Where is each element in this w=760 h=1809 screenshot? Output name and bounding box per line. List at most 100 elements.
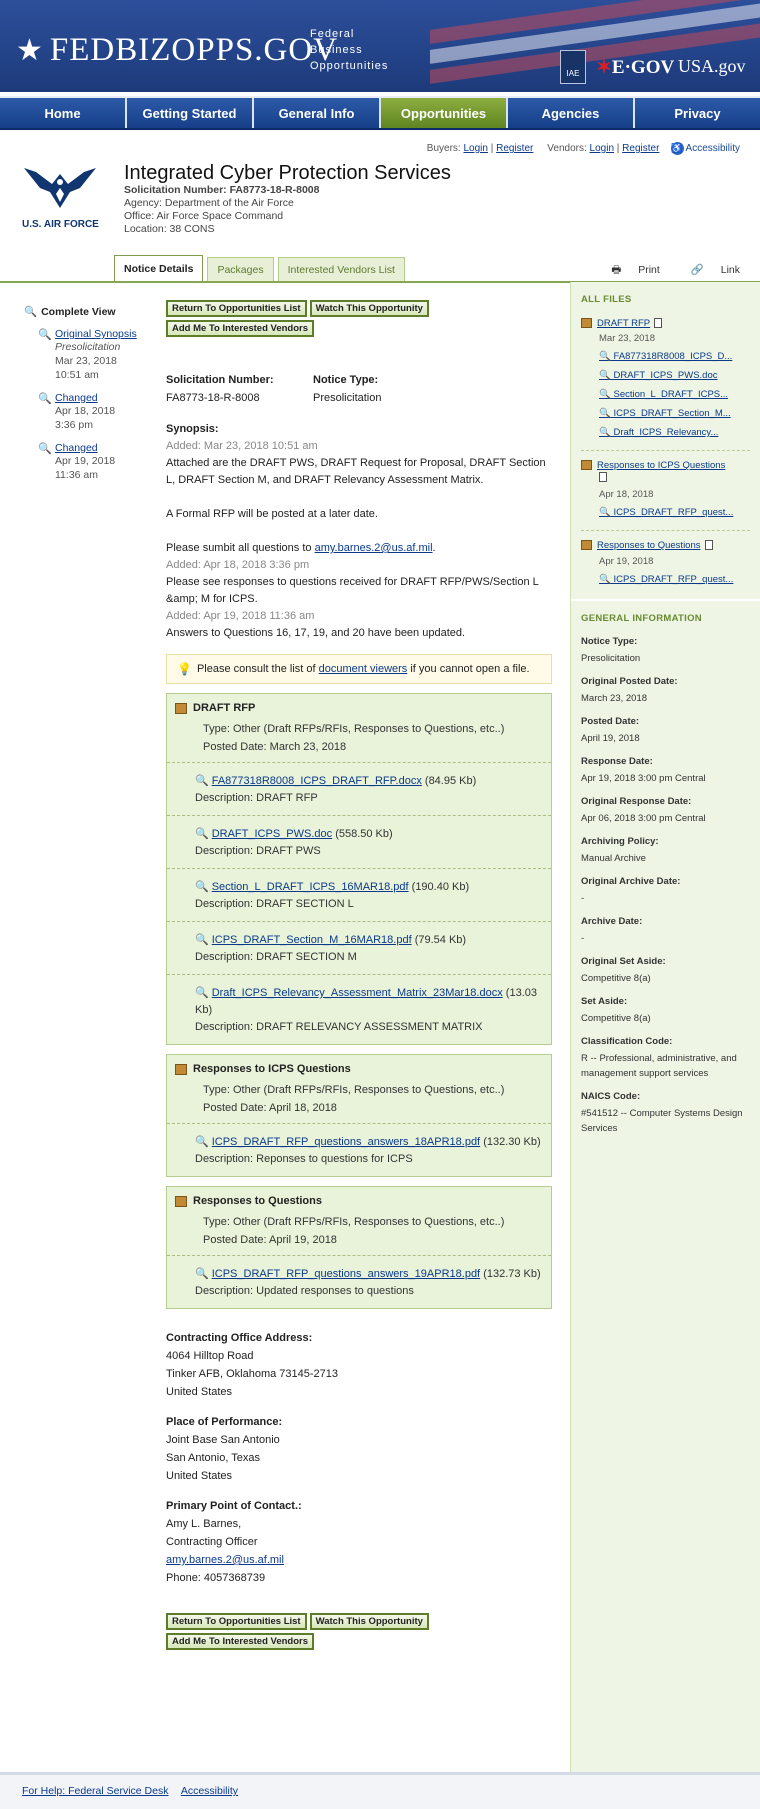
tab-bar: Notice Details Packages Interested Vendo… — [114, 255, 409, 281]
nav-getting-started[interactable]: Getting Started — [127, 98, 254, 128]
logo-sub-line: Business — [310, 44, 363, 56]
file-link[interactable]: Draft_ICPS_Relevancy_Assessment_Matrix_2… — [212, 987, 503, 999]
place-of-performance: Place of Performance: Joint Base San Ant… — [166, 1413, 552, 1485]
magnifier-icon: 🔍 — [195, 987, 209, 999]
history-item: 🔍 Changed Apr 19, 2018 11:36 am — [38, 442, 154, 482]
nav-opportunities[interactable]: Opportunities — [381, 98, 508, 128]
magnifier-icon: 🔍 — [599, 507, 611, 518]
link-button[interactable]: 🔗 Link — [677, 264, 740, 276]
office-address-label: Contracting Office Address: — [166, 1332, 313, 1344]
history-date: Apr 18, 2018 — [55, 405, 116, 417]
complete-view-link[interactable]: 🔍 Complete View — [24, 305, 154, 319]
accessibility-link[interactable]: Accessibility — [686, 143, 740, 154]
usagov-logo[interactable]: USA.gov — [678, 56, 746, 77]
office: Office: Air Force Space Command — [124, 210, 284, 222]
info-value: - — [581, 893, 585, 904]
document-viewers-link[interactable]: document viewers — [319, 663, 408, 675]
address-line: 4064 Hilltop Road — [166, 1350, 254, 1362]
printer-icon: 🖶 — [611, 264, 622, 276]
magnifier-icon: 🔍 — [24, 306, 38, 318]
file-item: 🔍 Draft_ICPS_Relevancy_Assessment_Matrix_… — [167, 974, 551, 1044]
history-type: Presolicitation — [55, 341, 121, 353]
sidebar-file-link[interactable]: 🔍 DRAFT_ICPS_PWS.doc — [599, 366, 750, 385]
general-info-heading: GENERAL INFORMATION — [581, 613, 702, 624]
complete-view-label: Complete View — [41, 305, 116, 318]
add-interested-vendor-button[interactable]: Add Me To Interested Vendors — [166, 320, 315, 337]
agency-logo-text: U.S. AIR FORCE — [22, 219, 99, 230]
added-timestamp: Added: Apr 18, 2018 3:36 pm — [166, 559, 310, 571]
file-link[interactable]: Section_L_DRAFT_ICPS_16MAR18.pdf — [212, 881, 409, 893]
return-to-list-button[interactable]: Return To Opportunities List — [166, 300, 307, 317]
file-link[interactable]: ICPS_DRAFT_RFP_questions_answers_18APR18… — [212, 1136, 480, 1148]
vendors-label: Vendors: — [547, 143, 587, 155]
separator — [581, 530, 750, 531]
egov-logo[interactable]: ✶E·GOV — [596, 56, 674, 79]
nav-home[interactable]: Home — [0, 98, 127, 128]
fbo-logo[interactable]: ★ FEDBIZOPPS.GOV — [16, 32, 338, 69]
nav-privacy[interactable]: Privacy — [635, 98, 760, 128]
file-item: 🔍 FA877318R8008_ICPS_DRAFT_RFP.docx (84.9… — [167, 762, 551, 815]
general-information: GENERAL INFORMATION Notice Type: Presoli… — [571, 599, 760, 1136]
sidebar-file-link[interactable]: 🔍 Section_L_DRAFT_ICPS... — [599, 385, 750, 404]
file-link[interactable]: DRAFT_ICPS_PWS.doc — [212, 828, 332, 840]
added-timestamp: Added: Mar 23, 2018 10:51 am — [166, 440, 318, 452]
sidebar-package-link[interactable]: Responses to ICPS Questions — [597, 460, 725, 471]
package-icon — [175, 1063, 187, 1075]
sidebar-file-group: Responses to Questions Apr 19, 2018 🔍 IC… — [581, 539, 750, 589]
file-description: DRAFT PWS — [256, 845, 321, 857]
package-icon — [581, 540, 592, 551]
file-item: 🔍 DRAFT_ICPS_PWS.doc (558.50 Kb) Descript… — [167, 815, 551, 868]
info-label: Original Archive Date: — [581, 876, 681, 887]
nav-general-info[interactable]: General Info — [254, 98, 381, 128]
buyers-login-link[interactable]: Login — [463, 143, 487, 154]
right-sidebar: ALL FILES DRAFT RFP Mar 23, 2018 🔍 FA877… — [570, 282, 760, 1772]
history-link[interactable]: Changed — [55, 442, 115, 454]
history-link[interactable]: Changed — [55, 392, 115, 404]
synopsis-text: Answers to Questions 16, 17, 19, and 20 … — [166, 627, 466, 639]
file-size: (79.54 Kb) — [414, 934, 467, 946]
question-email-link[interactable]: amy.barnes.2@us.af.mil — [315, 542, 433, 554]
document-icon — [599, 472, 607, 483]
file-link[interactable]: ICPS_DRAFT_Section_M_16MAR18.pdf — [212, 934, 412, 946]
return-to-list-button[interactable]: Return To Opportunities List — [166, 1613, 307, 1630]
vendors-login-link[interactable]: Login — [590, 143, 614, 154]
contact-email-link[interactable]: amy.barnes.2@us.af.mil — [166, 1554, 284, 1566]
sidebar-file-link[interactable]: 🔍 FA877318R8008_ICPS_D... — [599, 347, 750, 366]
history-link[interactable]: Original Synopsis — [55, 328, 137, 340]
sidebar-package-link[interactable]: Responses to Questions — [597, 540, 701, 551]
sidebar-package-link[interactable]: DRAFT RFP — [597, 318, 650, 329]
info-value: #541512 -- Computer Systems Design Servi… — [581, 1108, 743, 1134]
sidebar-file-link[interactable]: 🔍 Draft_ICPS_Relevancy... — [599, 423, 750, 442]
watch-opportunity-button[interactable]: Watch This Opportunity — [309, 1613, 429, 1630]
sidebar-file-link[interactable]: 🔍 ICPS_DRAFT_RFP_quest... — [599, 570, 750, 589]
sidebar-file-link[interactable]: 🔍 ICPS_DRAFT_RFP_quest... — [599, 503, 750, 522]
package-icon — [175, 1195, 187, 1207]
all-files-heading: ALL FILES — [581, 294, 632, 305]
nav-agencies[interactable]: Agencies — [508, 98, 635, 128]
tab-packages[interactable]: Packages — [207, 257, 274, 281]
contact-name: Amy L. Barnes, — [166, 1518, 242, 1530]
tab-interested-vendors[interactable]: Interested Vendors List — [277, 257, 405, 281]
footer-accessibility-link[interactable]: Accessibility — [181, 1785, 238, 1797]
file-link[interactable]: ICPS_DRAFT_RFP_questions_answers_19APR18… — [212, 1268, 480, 1280]
watch-opportunity-button[interactable]: Watch This Opportunity — [309, 300, 429, 317]
logo-sub-line: Federal — [310, 28, 355, 40]
add-interested-vendor-button[interactable]: Add Me To Interested Vendors — [166, 1633, 315, 1650]
tab-notice-details[interactable]: Notice Details — [114, 255, 204, 281]
iae-logo[interactable]: IAE — [560, 50, 586, 84]
egov-label: E·GOV — [611, 57, 675, 78]
vendors-register-link[interactable]: Register — [622, 143, 659, 154]
package-type: Type: Other (Draft RFPs/RFIs, Responses … — [203, 723, 505, 735]
info-value: March 23, 2018 — [581, 693, 648, 704]
federal-service-desk-link[interactable]: For Help: Federal Service Desk — [22, 1785, 168, 1797]
buyers-register-link[interactable]: Register — [496, 143, 533, 154]
file-item: 🔍 ICPS_DRAFT_RFP_questions_answers_18APR1… — [167, 1123, 551, 1176]
info-value: Apr 06, 2018 3:00 pm Central — [581, 813, 706, 824]
description-label: Description: — [195, 898, 254, 910]
synopsis-text: Attached are the DRAFT PWS, DRAFT Reques… — [166, 457, 546, 486]
file-link[interactable]: FA877318R8008_ICPS_DRAFT_RFP.docx — [212, 775, 422, 787]
sidebar-file-link[interactable]: 🔍 ICPS_DRAFT_Section_M... — [599, 404, 750, 423]
contact-label: Primary Point of Contact.: — [166, 1500, 302, 1512]
file-description: DRAFT SECTION L — [256, 898, 354, 910]
print-button[interactable]: 🖶 Print — [597, 264, 659, 276]
